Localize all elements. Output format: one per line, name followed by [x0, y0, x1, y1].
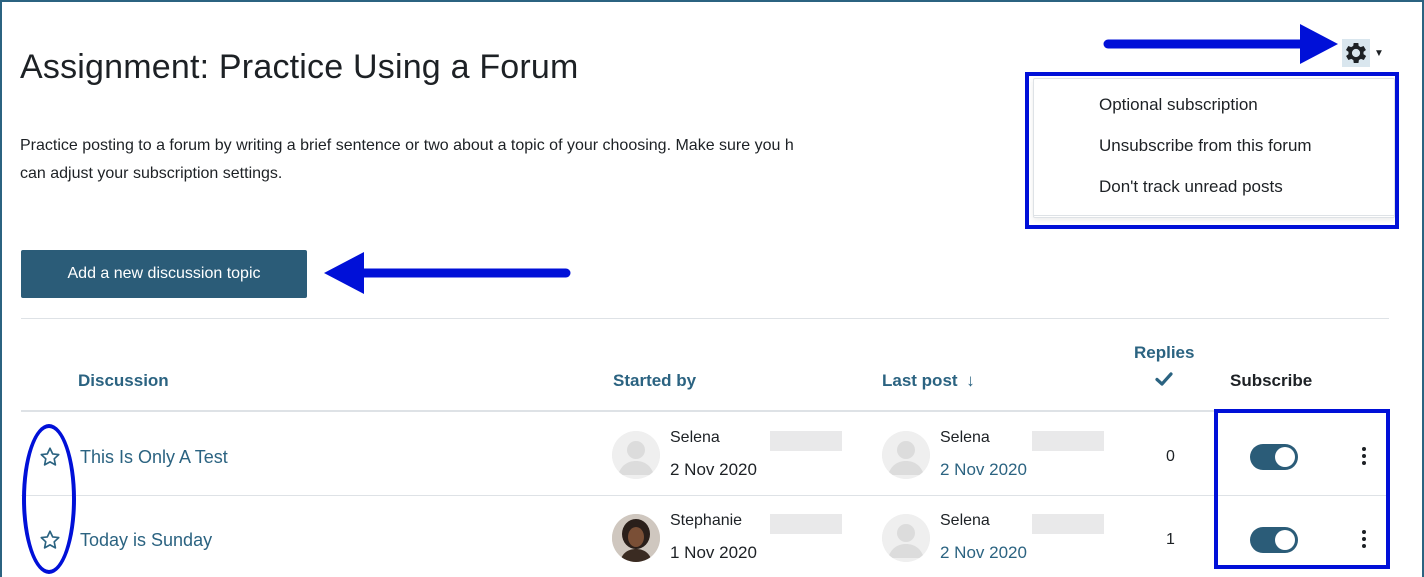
- avatar[interactable]: [612, 431, 660, 479]
- discussion-link[interactable]: Today is Sunday: [80, 530, 212, 551]
- redacted-surname: [1032, 431, 1104, 451]
- avatar[interactable]: [882, 514, 930, 562]
- column-header-subscribe: Subscribe: [1230, 371, 1313, 390]
- section-divider: [21, 318, 1389, 319]
- chevron-down-icon: ▼: [1374, 47, 1384, 59]
- sort-down-arrow-icon: ↓: [966, 371, 975, 390]
- last-post-author[interactable]: Selena: [940, 429, 990, 447]
- intro-line-1: Practice posting to a forum by writing a…: [20, 137, 794, 154]
- started-date: 1 Nov 2020: [670, 543, 757, 562]
- row-divider: [21, 495, 1389, 496]
- discussion-link[interactable]: This Is Only A Test: [80, 447, 228, 468]
- avatar[interactable]: [612, 514, 660, 562]
- subscribe-toggle[interactable]: [1250, 444, 1298, 470]
- intro-line-2: can adjust your subscription settings.: [20, 165, 283, 182]
- redacted-surname: [770, 431, 842, 451]
- reply-count: 1: [1166, 531, 1175, 548]
- more-actions-icon[interactable]: [1361, 530, 1367, 548]
- author-name[interactable]: Selena: [670, 429, 720, 447]
- reply-count: 0: [1166, 448, 1175, 465]
- menu-item-optional-subscription[interactable]: Optional subscription: [1099, 95, 1258, 115]
- menu-item-dont-track[interactable]: Don't track unread posts: [1099, 177, 1283, 197]
- last-post-label: Last post: [882, 371, 958, 390]
- column-header-started-by[interactable]: Started by: [613, 371, 696, 391]
- default-user-icon: [882, 514, 930, 562]
- last-post-date-link[interactable]: 2 Nov 2020: [940, 543, 1027, 563]
- column-header-last-post[interactable]: Last post ↓: [882, 371, 975, 391]
- toggle-knob: [1275, 447, 1295, 467]
- redacted-surname: [770, 514, 842, 534]
- avatar[interactable]: [882, 431, 930, 479]
- checkmark-icon: [1155, 372, 1173, 386]
- more-actions-icon[interactable]: [1361, 447, 1367, 465]
- toggle-knob: [1275, 530, 1295, 550]
- page-title: Assignment: Practice Using a Forum: [20, 48, 579, 86]
- forum-settings-menu: Optional subscription Unsubscribe from t…: [1033, 78, 1395, 218]
- forum-intro: Practice posting to a forum by writing a…: [20, 132, 1020, 188]
- menu-item-unsubscribe[interactable]: Unsubscribe from this forum: [1099, 136, 1312, 156]
- last-post-date-link[interactable]: 2 Nov 2020: [940, 460, 1027, 480]
- forum-settings-button[interactable]: ▼: [1342, 37, 1398, 69]
- default-user-icon: [612, 431, 660, 479]
- column-header-replies[interactable]: Replies: [1134, 343, 1194, 363]
- subscribe-toggle[interactable]: [1250, 527, 1298, 553]
- add-discussion-topic-button[interactable]: Add a new discussion topic: [21, 250, 307, 298]
- column-header-discussion[interactable]: Discussion: [78, 371, 169, 391]
- menu-divider: [1034, 215, 1394, 216]
- redacted-surname: [1032, 514, 1104, 534]
- started-date: 2 Nov 2020: [670, 460, 757, 479]
- star-icon[interactable]: [39, 446, 61, 468]
- user-photo-icon: [612, 514, 660, 562]
- author-name[interactable]: Stephanie: [670, 512, 742, 530]
- gear-icon: [1342, 39, 1370, 67]
- last-post-author[interactable]: Selena: [940, 512, 990, 530]
- table-header-divider: [21, 410, 1389, 412]
- star-icon[interactable]: [39, 529, 61, 551]
- default-user-icon: [882, 431, 930, 479]
